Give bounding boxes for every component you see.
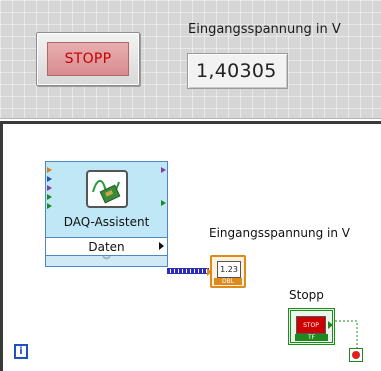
tf-type-tag: TF	[295, 334, 328, 341]
stop-button-glyph: STOP	[296, 316, 326, 334]
expand-chevron-icon[interactable]: ︾	[45, 256, 168, 267]
daq-assistant-icon-area[interactable]: DAQ-Assistent	[45, 161, 168, 238]
stop-button[interactable]: STOPP	[36, 32, 140, 86]
iteration-terminal-text: i	[19, 346, 23, 357]
iteration-terminal[interactable]: i	[14, 344, 28, 359]
input-terminal-icon[interactable]	[47, 185, 52, 191]
stop-button-label: STOPP	[64, 51, 112, 67]
voltage-indicator: 1,40305	[187, 53, 288, 89]
daq-output-label: Daten	[88, 239, 125, 254]
voltage-indicator-value: 1,40305	[196, 60, 277, 82]
daq-output-terminal[interactable]: Daten	[45, 238, 168, 256]
input-terminal-icon[interactable]	[47, 203, 52, 209]
boolean-wire[interactable]	[333, 314, 363, 350]
loop-stop-condition[interactable]	[349, 348, 363, 362]
numeric-display-text: 1.23	[220, 265, 238, 274]
numeric-indicator-terminal[interactable]: 1.23 DBL	[207, 255, 246, 288]
block-diagram: DAQ-Assistent Daten ︾ Eingangsspannung i…	[0, 121, 381, 371]
input-terminal-icon[interactable]	[47, 176, 52, 182]
voltage-indicator-label: Eingangsspannung in V	[188, 22, 341, 37]
daq-assistant-node[interactable]: DAQ-Assistent Daten ︾	[45, 161, 168, 267]
daq-device-icon	[86, 170, 128, 208]
stop-boolean-terminal[interactable]: STOP TF	[288, 308, 335, 345]
daq-assistant-title: DAQ-Assistent	[63, 215, 150, 229]
input-terminal-icon[interactable]	[47, 167, 52, 173]
input-arrow-icon	[207, 268, 212, 276]
dynamic-data-wire[interactable]	[167, 268, 209, 274]
dbl-type-tag: DBL	[214, 278, 242, 285]
stop-condition-dot-icon	[352, 351, 360, 359]
stop-button-glyph-text: STOP	[303, 321, 319, 329]
stop-terminal-label: Stopp	[289, 288, 324, 302]
output-terminal-icon[interactable]	[161, 200, 166, 206]
front-panel: STOPP Eingangsspannung in V 1,40305	[0, 0, 381, 119]
stop-button-face[interactable]: STOPP	[47, 42, 129, 76]
numeric-indicator-label: Eingangsspannung in V	[209, 226, 351, 240]
input-terminal-icon[interactable]	[47, 194, 52, 200]
output-terminal-icon[interactable]	[161, 167, 166, 173]
output-arrow-icon	[159, 242, 164, 250]
numeric-display: 1.23	[217, 261, 241, 278]
